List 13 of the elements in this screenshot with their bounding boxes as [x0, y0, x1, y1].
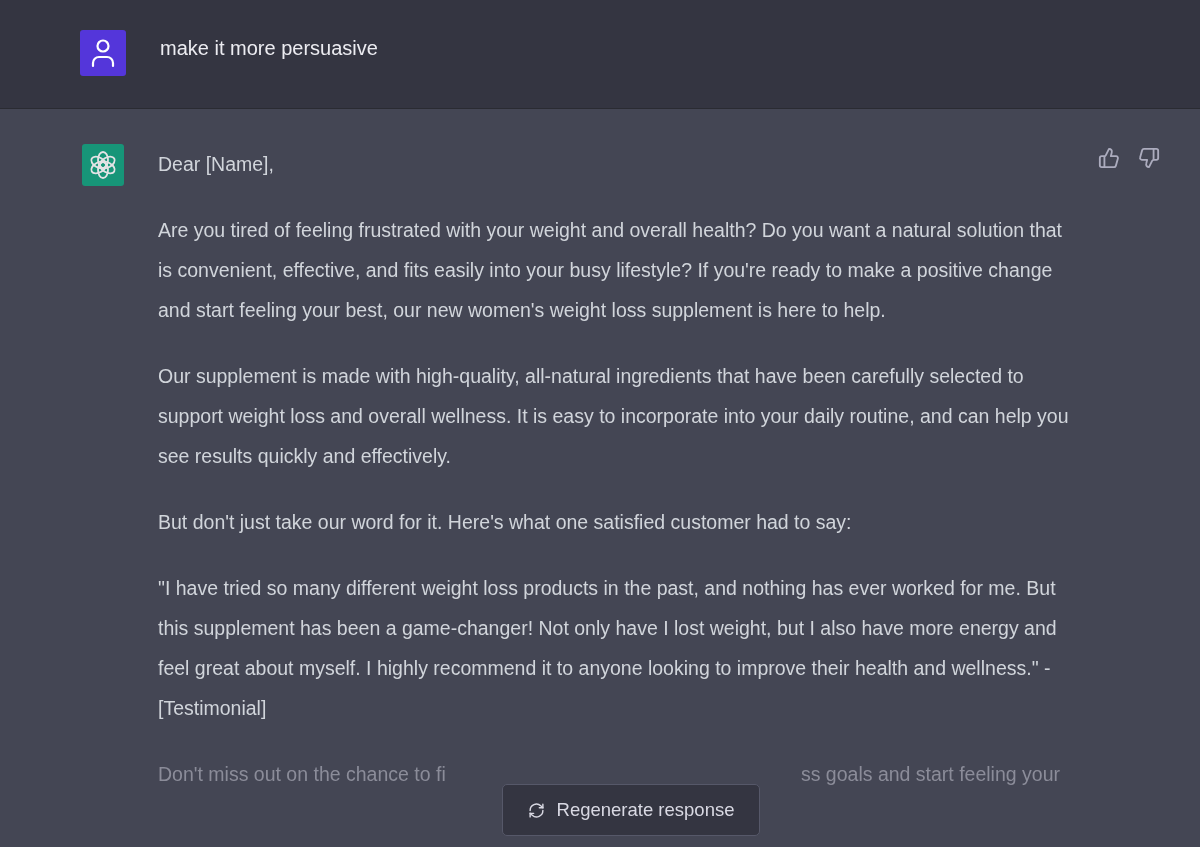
thumbs-down-icon[interactable]	[1138, 147, 1160, 169]
response-paragraph: But don't just take our word for it. Here's what one satisfied customer had to say:	[158, 510, 853, 535]
response-paragraph: "I have tried so many different weight loss products in the past, and nothing has ever worked for me. But this supplement has been a game-changer! Not only have I lost weight, but I also have more energy and feel great about myself. I highly recommend it to anyone looking to improve their health and wellness." - [Testimonial]	[158, 576, 1058, 721]
person-icon	[90, 38, 116, 68]
refresh-icon	[527, 801, 545, 819]
response-paragraph: Our supplement is made with high-quality, all-natural ingredients that have been carefully selected to support weight loss and overall wellness. It is easy to incorporate into your daily routine, and can help you see results quickly and effectively.	[158, 364, 1070, 469]
response-paragraph-end: ss goals and start feeling your	[800, 762, 1060, 787]
thumbs-up-icon[interactable]	[1098, 147, 1120, 169]
response-paragraph: Dear [Name],	[158, 152, 275, 177]
response-paragraph: Are you tired of feeling frustrated with your weight and overall health? Do you want a natural solution that is convenient, effective, and fits easily into your busy lifestyle? If you're ready to make a positive change and start feeling your best, our new women's weight loss supplement is here to help.	[158, 218, 1064, 323]
user-message: make it more persuasive	[160, 36, 378, 61]
regenerate-response-button[interactable]: Regenerate response	[502, 784, 760, 836]
response-paragraph-start: Don't miss out on the chance to fi	[158, 762, 446, 787]
